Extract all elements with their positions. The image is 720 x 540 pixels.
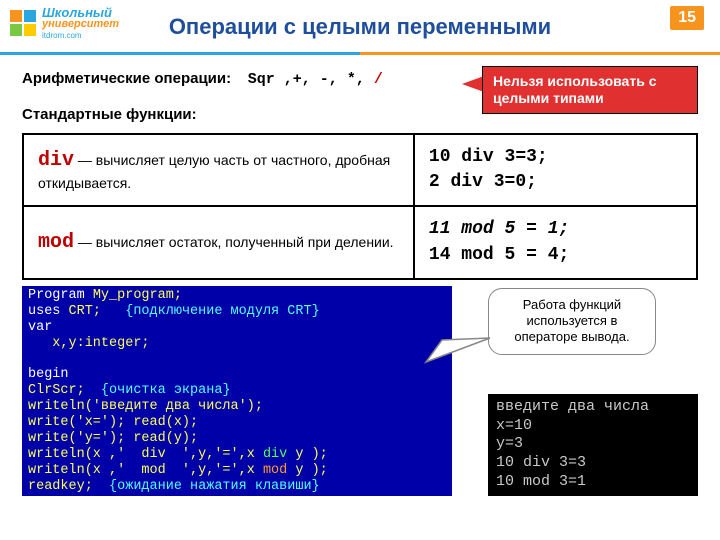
div-keyword: div [38,149,74,172]
lower-region: Program My_program; uses CRT; {подключен… [22,286,698,504]
page-number-badge: 15 [670,6,704,30]
arith-slash: / [374,71,383,88]
mod-keyword: mod [38,231,74,254]
mod-examples: 11 mod 5 = 1; 14 mod 5 = 4; [414,206,697,278]
div-definition: div — вычисляет целую часть от частного,… [23,134,414,206]
div-ex1: 10 div 3=3; [429,145,682,170]
mod-ex2: 14 mod 5 = 4; [429,243,682,268]
program-output: введите два числа x=10 y=3 10 div 3=3 10… [488,394,698,496]
stdfunc-label: Стандартные функции: [22,106,698,123]
arith-label: Арифметические операции: [22,70,231,87]
header-underline [0,52,720,55]
mod-ex1: 11 mod 5 = 1; [429,217,682,242]
arith-ops: Sqr ,+, -, *, [248,71,374,88]
div-desc: — вычисляет целую часть от частного, дро… [38,152,390,191]
code-listing: Program My_program; uses CRT; {подключен… [22,286,452,496]
operations-table: div — вычисляет целую часть от частного,… [22,133,698,280]
mod-desc: — вычисляет остаток, полученный при деле… [74,234,394,250]
page-title: Операции с целыми переменными [0,14,720,40]
arith-line: Арифметические операции: Sqr ,+, -, *, / [22,70,698,88]
callout-tail-icon [414,332,494,372]
callout-bubble: Работа функций используется в операторе … [488,288,656,355]
content: Арифметические операции: Sqr ,+, -, *, /… [0,56,720,504]
div-examples: 10 div 3=3; 2 div 3=0; [414,134,697,206]
slide-header: Школьный университет itdrom.com Операции… [0,0,720,56]
div-ex2: 2 div 3=0; [429,170,682,195]
mod-definition: mod — вычисляет остаток, полученный при … [23,206,414,278]
